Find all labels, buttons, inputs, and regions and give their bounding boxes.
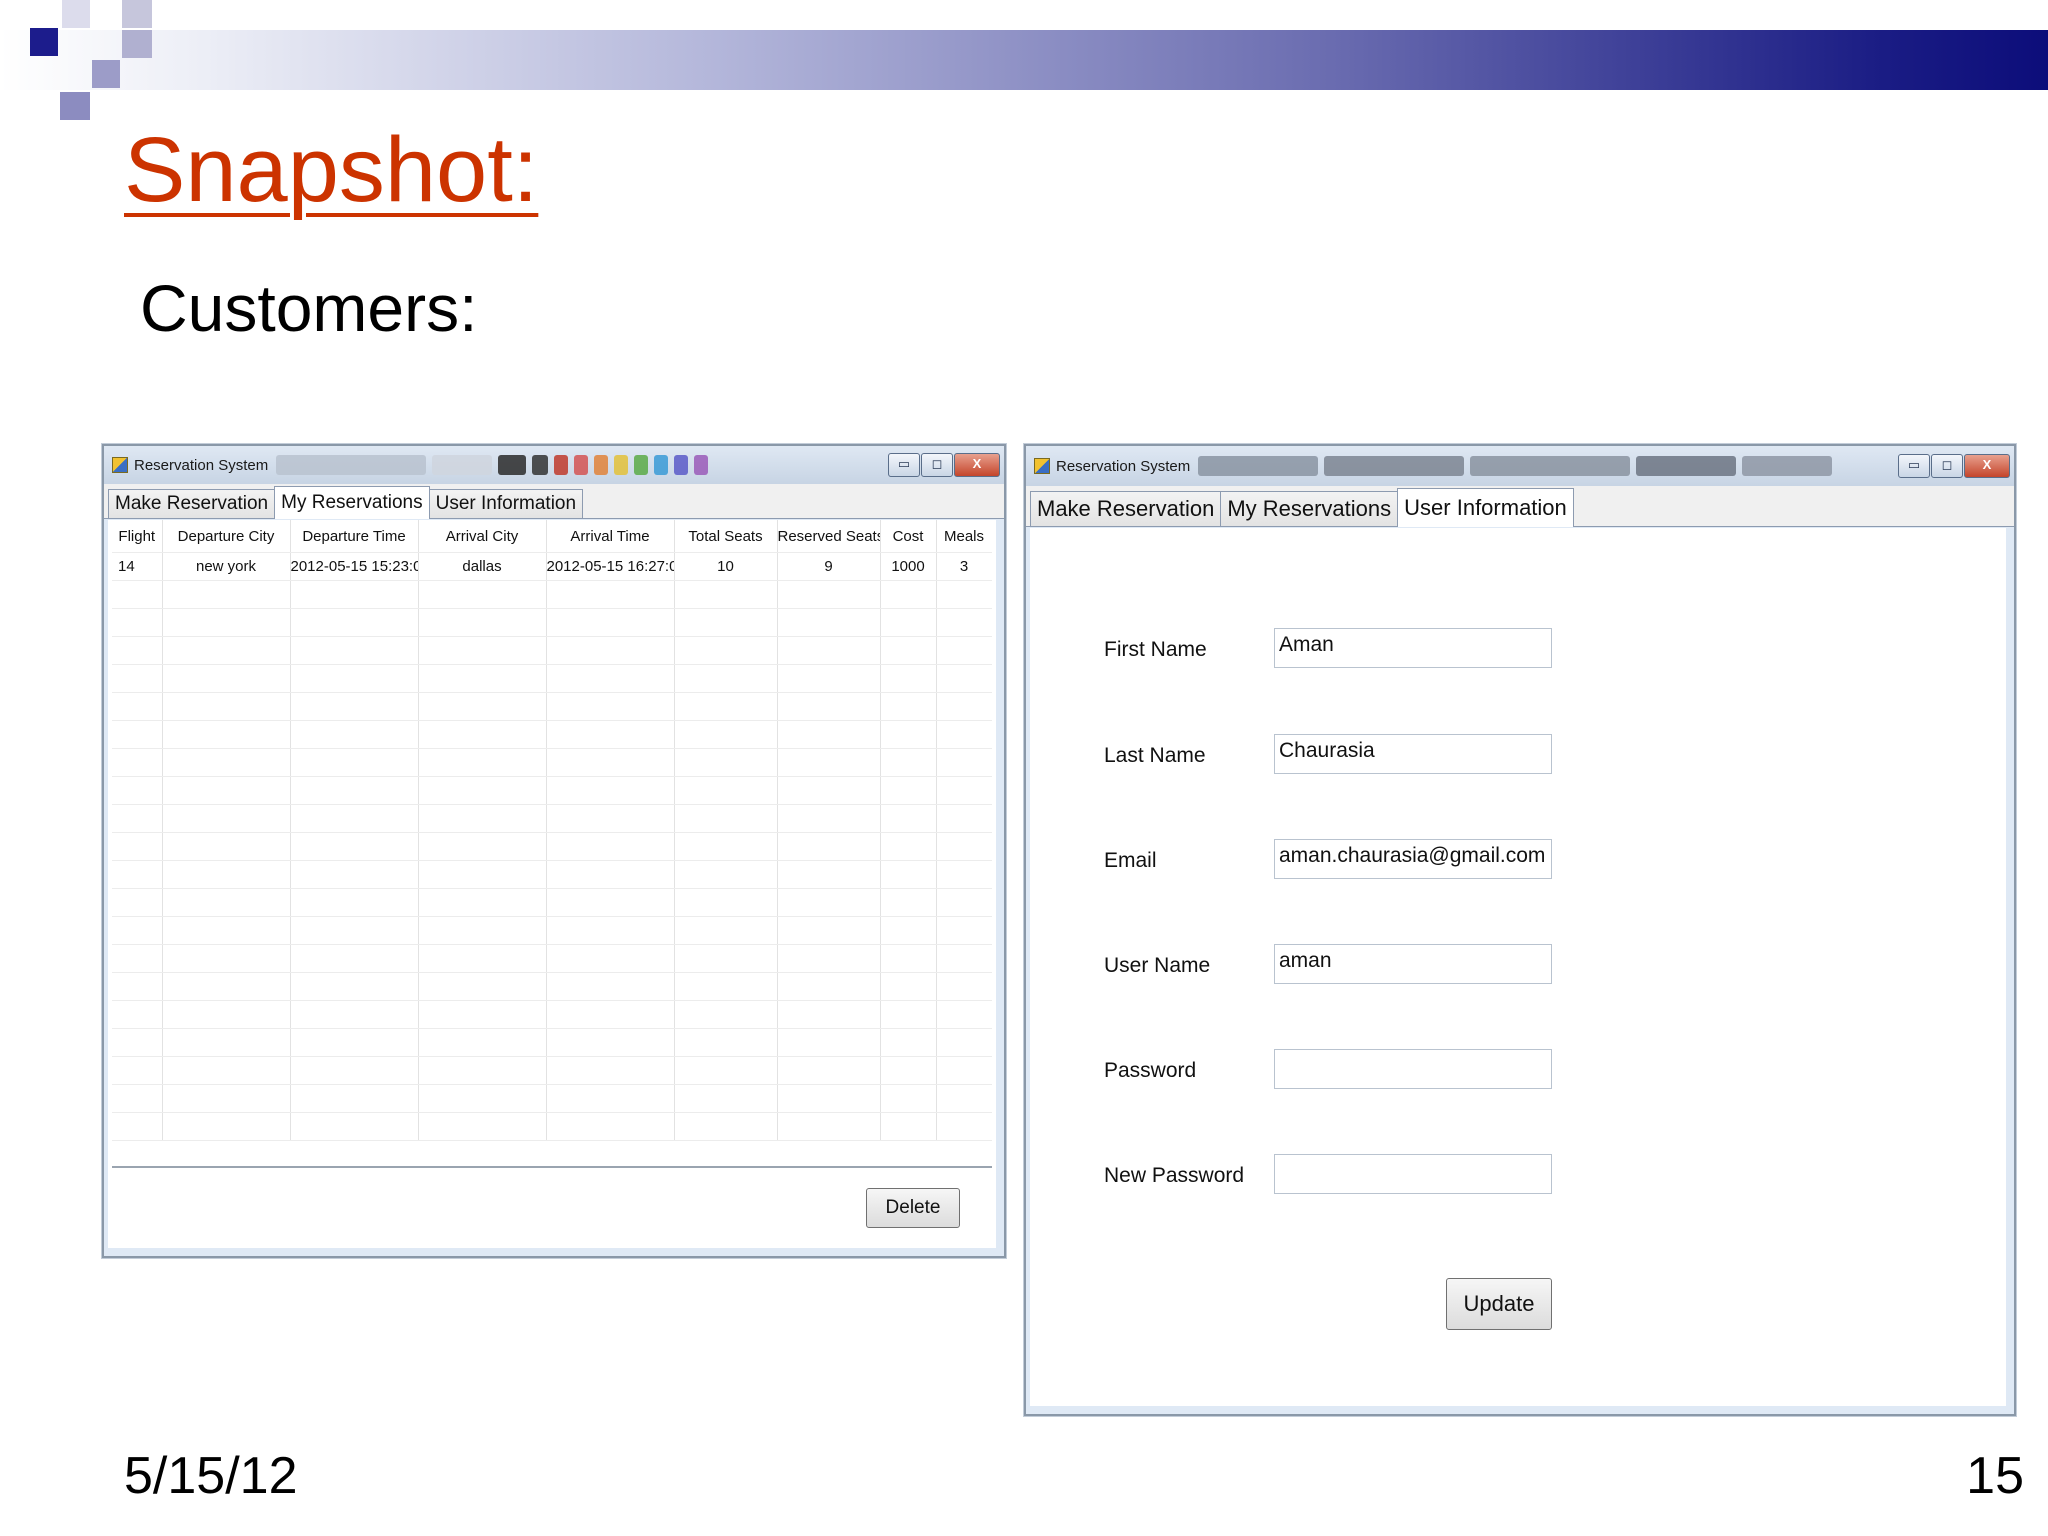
first-name-field[interactable]: Aman	[1274, 628, 1552, 668]
cell-total-seats[interactable]: 10	[674, 552, 778, 581]
maximize-button[interactable]: ◻	[1931, 454, 1963, 478]
window-title: Reservation System	[1056, 457, 1191, 475]
empty-grid-row	[112, 916, 992, 945]
slide-date: 5/15/12	[124, 1447, 298, 1505]
empty-grid-row	[112, 636, 992, 665]
decor-square	[30, 28, 58, 56]
column-header-departure-time[interactable]: Departure Time	[290, 520, 419, 553]
email-label: Email	[1104, 849, 1157, 872]
empty-grid-row	[112, 860, 992, 889]
window-titlebar[interactable]: Reservation System ▭ ◻ X	[1026, 446, 2014, 486]
empty-grid-row	[112, 1084, 992, 1113]
password-label: Password	[1104, 1059, 1197, 1082]
empty-grid-row	[112, 944, 992, 973]
tab-user-information[interactable]: User Information	[1397, 488, 1574, 527]
delete-button[interactable]: Delete	[866, 1188, 960, 1228]
column-header-departure-city[interactable]: Departure City	[162, 520, 291, 553]
cell-departure-city[interactable]: new york	[162, 552, 291, 581]
grid-header-row: Flight Departure City Departure Time Arr…	[112, 520, 992, 553]
decor-square	[122, 0, 152, 28]
empty-grid-row	[112, 748, 992, 777]
window-title: Reservation System	[134, 456, 269, 474]
column-header-reserved-seats[interactable]: Reserved Seats	[777, 520, 881, 553]
column-header-arrival-time[interactable]: Arrival Time	[546, 520, 675, 553]
empty-grid-row	[112, 664, 992, 693]
email-field[interactable]: aman.chaurasia@gmail.com	[1274, 839, 1552, 879]
column-header-flight[interactable]: Flight	[112, 520, 163, 553]
new-password-label: New Password	[1104, 1164, 1245, 1187]
user-name-field[interactable]: aman	[1274, 944, 1552, 984]
empty-grid-row	[112, 692, 992, 721]
slide-subtitle: Customers:	[140, 271, 478, 345]
close-button[interactable]: X	[954, 453, 1000, 477]
slide-title: Snapshot:	[124, 119, 539, 221]
maximize-button[interactable]: ◻	[921, 453, 953, 477]
cell-flight[interactable]: 14	[112, 552, 163, 581]
reservations-grid[interactable]: Flight Departure City Departure Time Arr…	[112, 520, 992, 1168]
user-information-panel: First Name Aman Last Name Chaurasia Emai…	[1030, 528, 2006, 1406]
tab-my-reservations[interactable]: My Reservations	[1220, 491, 1399, 526]
column-header-arrival-city[interactable]: Arrival City	[418, 520, 547, 553]
app-icon	[1034, 458, 1050, 474]
empty-grid-row	[112, 720, 992, 749]
reservation-window-user-information: Reservation System ▭ ◻ X Make Reservatio…	[1024, 444, 2016, 1416]
user-name-label: User Name	[1104, 954, 1211, 977]
decor-square	[60, 92, 90, 120]
tab-my-reservations[interactable]: My Reservations	[274, 486, 430, 519]
table-row[interactable]: 14 new york 2012-05-15 15:23:00 dallas 2…	[112, 552, 992, 581]
password-field[interactable]	[1274, 1049, 1552, 1089]
title-bar-background	[276, 452, 879, 478]
column-header-total-seats[interactable]: Total Seats	[674, 520, 778, 553]
tab-user-information[interactable]: User Information	[428, 489, 584, 518]
empty-grid-row	[112, 804, 992, 833]
reservation-window-my-reservations: Reservation System ▭ ◻ X Make Reservatio…	[102, 444, 1006, 1258]
empty-grid-row	[112, 1056, 992, 1085]
empty-grid-row	[112, 888, 992, 917]
minimize-button[interactable]: ▭	[888, 453, 920, 477]
decor-square	[122, 30, 152, 58]
last-name-label: Last Name	[1104, 744, 1206, 767]
title-bar-background	[1198, 453, 1889, 479]
window-caption-buttons: ▭ ◻ X	[887, 453, 1000, 477]
tab-make-reservation[interactable]: Make Reservation	[108, 489, 276, 518]
slide-page-number: 15	[1966, 1447, 2024, 1505]
update-button[interactable]: Update	[1446, 1278, 1552, 1330]
cell-meals[interactable]: 3	[936, 552, 992, 581]
slide-header-bar	[0, 30, 2048, 90]
empty-grid-row	[112, 580, 992, 609]
cell-arrival-city[interactable]: dallas	[418, 552, 547, 581]
decor-square	[92, 60, 120, 88]
tab-strip: Make Reservation My Reservations User In…	[104, 484, 1004, 519]
app-icon	[112, 457, 128, 473]
cell-arrival-time[interactable]: 2012-05-15 16:27:00	[546, 552, 675, 581]
decor-square	[62, 0, 90, 28]
empty-grid-row	[112, 608, 992, 637]
window-caption-buttons: ▭ ◻ X	[1897, 454, 2010, 478]
cell-cost[interactable]: 1000	[880, 552, 937, 581]
first-name-label: First Name	[1104, 638, 1207, 661]
reservations-table: Flight Departure City Departure Time Arr…	[112, 520, 992, 1141]
column-header-meals[interactable]: Meals	[936, 520, 992, 553]
empty-grid-row	[112, 972, 992, 1001]
empty-grid-row	[112, 776, 992, 805]
tab-strip: Make Reservation My Reservations User In…	[1026, 486, 2014, 527]
last-name-field[interactable]: Chaurasia	[1274, 734, 1552, 774]
window-titlebar[interactable]: Reservation System ▭ ◻ X	[104, 446, 1004, 484]
empty-grid-row	[112, 1028, 992, 1057]
empty-grid-row	[112, 1112, 992, 1141]
empty-grid-row	[112, 1000, 992, 1029]
new-password-field[interactable]	[1274, 1154, 1552, 1194]
close-button[interactable]: X	[1964, 454, 2010, 478]
my-reservations-panel: Flight Departure City Departure Time Arr…	[108, 520, 996, 1248]
cell-departure-time[interactable]: 2012-05-15 15:23:00	[290, 552, 419, 581]
empty-grid-row	[112, 832, 992, 861]
cell-reserved-seats[interactable]: 9	[777, 552, 881, 581]
column-header-cost[interactable]: Cost	[880, 520, 937, 553]
minimize-button[interactable]: ▭	[1898, 454, 1930, 478]
tab-make-reservation[interactable]: Make Reservation	[1030, 491, 1222, 526]
